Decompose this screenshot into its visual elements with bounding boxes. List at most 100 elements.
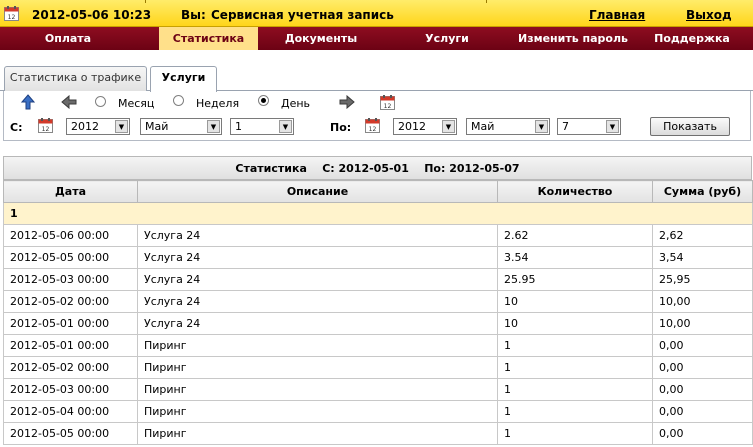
main-menu: Оплата Статистика Документы Услуги Измен… xyxy=(0,27,753,50)
cell-date: 2012-05-06 00:00 xyxy=(3,224,138,247)
table-row: 2012-05-03 00:00 Услуга 24 25.95 25,95 xyxy=(3,268,753,291)
from-month-select[interactable]: Май ▼ xyxy=(140,118,222,135)
calendar-icon[interactable]: 12 xyxy=(38,118,53,136)
cell-amount: 10,00 xyxy=(652,312,753,335)
cell-description: Услуга 24 xyxy=(137,290,498,313)
period-week-radio[interactable] xyxy=(173,95,184,106)
chevron-down-icon: ▼ xyxy=(535,120,548,133)
cell-quantity: 10 xyxy=(497,312,653,335)
column-header-amount[interactable]: Сумма (руб) xyxy=(652,180,753,203)
cell-amount: 0,00 xyxy=(652,334,753,357)
period-month-label: Месяц xyxy=(118,97,155,110)
cell-date: 2012-05-02 00:00 xyxy=(3,290,138,313)
arrow-up-icon[interactable] xyxy=(20,94,36,113)
table-row: 2012-05-01 00:00 Пиринг 1 0,00 xyxy=(3,334,753,357)
chevron-down-icon: ▼ xyxy=(279,120,292,133)
cell-date: 2012-05-05 00:00 xyxy=(3,422,138,445)
cell-quantity: 1 xyxy=(497,334,653,357)
cell-quantity: 10 xyxy=(497,290,653,313)
calendar-icon[interactable]: 12 xyxy=(365,118,380,136)
chevron-down-icon: ▼ xyxy=(207,120,220,133)
table-header-row: Дата Описание Количество Сумма (руб) xyxy=(3,180,753,203)
period-day-radio[interactable] xyxy=(258,95,269,106)
period-week-label: Неделя xyxy=(196,97,240,110)
logout-link[interactable]: Выход xyxy=(686,8,732,22)
table-title-to: По: 2012-05-07 xyxy=(424,162,520,175)
cell-amount: 10,00 xyxy=(652,290,753,313)
menu-item-documents[interactable]: Документы xyxy=(272,27,370,50)
cell-description: Пиринг xyxy=(137,378,498,401)
menu-item-services[interactable]: Услуги xyxy=(405,27,489,50)
period-day-label: День xyxy=(281,97,311,110)
column-header-description[interactable]: Описание xyxy=(137,180,498,203)
table-title-from: С: 2012-05-01 xyxy=(322,162,409,175)
cell-description: Услуга 24 xyxy=(137,268,498,291)
table-title: Статистика С: 2012-05-01 По: 2012-05-07 xyxy=(3,156,752,180)
menu-item-support[interactable]: Поддержка xyxy=(648,27,736,50)
from-year-value: 2012 xyxy=(71,120,99,133)
arrow-right-icon[interactable] xyxy=(339,94,355,112)
data-table: Дата Описание Количество Сумма (руб) 1 2… xyxy=(3,180,753,445)
cell-amount: 0,00 xyxy=(652,378,753,401)
cell-amount: 25,95 xyxy=(652,268,753,291)
to-day-select[interactable]: 7 ▼ xyxy=(557,118,621,135)
from-year-select[interactable]: 2012 ▼ xyxy=(66,118,130,135)
cell-date: 2012-05-01 00:00 xyxy=(3,334,138,357)
user-label: Вы: xyxy=(181,8,206,22)
column-header-quantity[interactable]: Количество xyxy=(497,180,653,203)
home-link[interactable]: Главная xyxy=(589,8,645,22)
cell-date: 2012-05-03 00:00 xyxy=(3,378,138,401)
to-year-select[interactable]: 2012 ▼ xyxy=(393,118,457,135)
tab-traffic-stats[interactable]: Статистика о трафике xyxy=(4,66,147,91)
chevron-down-icon: ▼ xyxy=(606,120,619,133)
cell-quantity: 2.62 xyxy=(497,224,653,247)
tab-services[interactable]: Услуги xyxy=(150,66,217,92)
cell-description: Услуга 24 xyxy=(137,312,498,335)
svg-text:12: 12 xyxy=(384,103,392,110)
cell-amount: 0,00 xyxy=(652,356,753,379)
cell-amount: 0,00 xyxy=(652,400,753,423)
menu-item-payment[interactable]: Оплата xyxy=(0,27,136,50)
from-label: С: xyxy=(10,121,23,134)
table-row: 2012-05-05 00:00 Услуга 24 3.54 3,54 xyxy=(3,246,753,269)
arrow-left-icon[interactable] xyxy=(61,94,77,112)
show-button[interactable]: Показать xyxy=(650,117,730,136)
to-day-value: 7 xyxy=(562,120,569,133)
table-row: 2012-05-04 00:00 Пиринг 1 0,00 xyxy=(3,400,753,423)
from-month-value: Май xyxy=(145,120,169,133)
svg-text:12: 12 xyxy=(42,126,50,133)
table-row: 2012-05-06 00:00 Услуга 24 2.62 2,62 xyxy=(3,224,753,247)
table-row: 2012-05-03 00:00 Пиринг 1 0,00 xyxy=(3,378,753,401)
cell-amount: 2,62 xyxy=(652,224,753,247)
menu-item-change-password[interactable]: Изменить пароль xyxy=(512,27,634,50)
cell-quantity: 3.54 xyxy=(497,246,653,269)
calendar-icon: 12 xyxy=(4,6,19,24)
cell-date: 2012-05-04 00:00 xyxy=(3,400,138,423)
group-label: 1 xyxy=(3,202,753,225)
cell-description: Пиринг xyxy=(137,422,498,445)
statistics-table: Статистика С: 2012-05-01 По: 2012-05-07 … xyxy=(3,156,753,445)
table-row: 2012-05-02 00:00 Пиринг 1 0,00 xyxy=(3,356,753,379)
top-bar: 12 2012-05-06 10:23 Вы: Сервисная учетна… xyxy=(0,0,753,27)
current-datetime: 2012-05-06 10:23 xyxy=(32,8,152,22)
svg-text:12: 12 xyxy=(8,14,16,21)
period-month-radio[interactable] xyxy=(95,96,106,107)
to-label: По: xyxy=(330,121,352,134)
menu-item-statistics[interactable]: Статистика xyxy=(159,27,258,50)
table-title-label: Статистика xyxy=(235,162,307,175)
column-header-date[interactable]: Дата xyxy=(3,180,138,203)
cell-date: 2012-05-01 00:00 xyxy=(3,312,138,335)
svg-text:12: 12 xyxy=(369,126,377,133)
table-row: 2012-05-01 00:00 Услуга 24 10 10,00 xyxy=(3,312,753,335)
from-day-select[interactable]: 1 ▼ xyxy=(230,118,294,135)
subtabs: Статистика о трафике Услуги xyxy=(0,66,753,92)
calendar-icon[interactable]: 12 xyxy=(380,95,395,113)
cell-amount: 0,00 xyxy=(652,422,753,445)
table-row: 2012-05-02 00:00 Услуга 24 10 10,00 xyxy=(3,290,753,313)
chevron-down-icon: ▼ xyxy=(115,120,128,133)
user-name: Сервисная учетная запись xyxy=(211,8,394,22)
cell-description: Пиринг xyxy=(137,400,498,423)
to-month-select[interactable]: Май ▼ xyxy=(466,118,550,135)
cell-description: Услуга 24 xyxy=(137,224,498,247)
cell-date: 2012-05-03 00:00 xyxy=(3,268,138,291)
